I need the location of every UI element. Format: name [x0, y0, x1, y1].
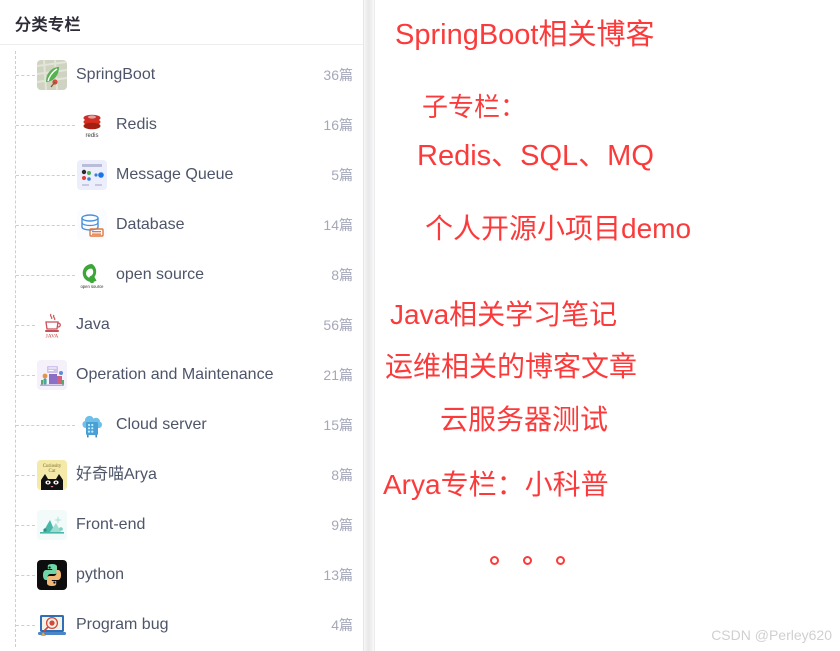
category-row-operation-and-maintenance[interactable]: Operation and Maintenance 21篇	[0, 350, 363, 400]
java-icon: JAVA	[37, 310, 67, 340]
annotation-ellipsis-dots	[490, 556, 610, 572]
category-count: 14篇	[323, 217, 353, 233]
svg-text:JAVA: JAVA	[46, 334, 59, 340]
category-count: 8篇	[331, 267, 353, 283]
category-label: Operation and Maintenance	[76, 366, 274, 383]
category-label: Program bug	[76, 616, 169, 633]
tree-connector-line	[16, 375, 35, 376]
category-label: Message Queue	[116, 166, 234, 183]
category-row-open-source[interactable]: open source open source 8篇	[0, 250, 363, 300]
screenshot-root: 分类专栏 SpringBoot 36篇 redis Redis 16篇 Mess…	[0, 0, 840, 651]
annotation-panel: SpringBoot相关博客 子专栏： Redis、SQL、MQ 个人开源小项目…	[375, 0, 840, 651]
category-row-cloud-server[interactable]: Cloud server 15篇	[0, 400, 363, 450]
svg-text:open source: open source	[80, 284, 104, 289]
ellipsis-dot-icon	[490, 556, 499, 565]
watermark-text: CSDN @Perley620	[711, 627, 832, 643]
svg-text:redis: redis	[85, 133, 98, 139]
redis-icon: redis	[77, 110, 107, 140]
annotation-text-cloud-server-test: 云服务器测试	[440, 404, 609, 435]
category-row-program-bug[interactable]: Program bug 4篇	[0, 600, 363, 650]
category-label: Front-end	[76, 516, 146, 533]
tree-connector-line	[16, 425, 75, 426]
category-count: 13篇	[323, 567, 353, 583]
tree-connector-line	[16, 125, 75, 126]
message-queue-icon	[77, 160, 107, 190]
category-count: 5篇	[331, 167, 353, 183]
category-count: 15篇	[323, 417, 353, 433]
python-icon	[37, 560, 67, 590]
category-label: open source	[116, 266, 205, 283]
open-source-icon: open source	[77, 260, 107, 290]
tree-connector-line	[16, 225, 75, 226]
svg-text:Cat: Cat	[49, 469, 57, 474]
program-bug-icon	[37, 610, 67, 640]
category-count: 56篇	[323, 317, 353, 333]
annotation-text-sub-column-label: 子专栏：	[422, 92, 527, 122]
category-label: python	[76, 566, 125, 583]
tree-connector-line	[16, 275, 75, 276]
ellipsis-dot-icon	[523, 556, 532, 565]
category-tree: SpringBoot 36篇 redis Redis 16篇 Message Q…	[0, 45, 363, 650]
category-count: 4篇	[331, 617, 353, 633]
tree-connector-line	[16, 175, 75, 176]
tree-connector-line	[16, 625, 35, 626]
category-row-python[interactable]: python 13篇	[0, 550, 363, 600]
category-row-message-queue[interactable]: Message Queue 5篇	[0, 150, 363, 200]
category-count: 21篇	[323, 367, 353, 383]
page-title: 分类专栏	[15, 17, 82, 34]
category-label: SpringBoot	[76, 66, 156, 83]
annotation-text-java-notes: Java相关学习笔记	[390, 299, 618, 330]
tree-connector-line	[16, 325, 35, 326]
category-count: 9篇	[331, 517, 353, 533]
category-panel-header: 分类专栏	[0, 0, 363, 45]
annotation-text-open-source-demo: 个人开源小项目demo	[425, 213, 692, 244]
category-label: Redis	[116, 116, 157, 133]
operation-maintenance-icon	[37, 360, 67, 390]
annotation-text-sub-column-list: Redis、SQL、MQ	[417, 140, 654, 172]
category-count: 36篇	[323, 67, 353, 83]
category-label: Database	[116, 216, 185, 233]
category-label: Java	[76, 316, 110, 333]
category-panel: 分类专栏 SpringBoot 36篇 redis Redis 16篇 Mess…	[0, 0, 363, 651]
annotation-text-arya-column: Arya专栏：小科普	[383, 469, 609, 500]
front-end-icon	[37, 510, 67, 540]
category-count: 16篇	[323, 117, 353, 133]
category-row-java[interactable]: JAVA Java 56篇	[0, 300, 363, 350]
tree-connector-line	[16, 525, 35, 526]
category-row-springboot[interactable]: SpringBoot 36篇	[0, 50, 363, 100]
category-row-front-end[interactable]: Front-end 9篇	[0, 500, 363, 550]
annotation-text-springboot-blogs: SpringBoot相关博客	[395, 19, 655, 51]
tree-connector-line	[16, 475, 35, 476]
category-label: Cloud server	[116, 416, 207, 433]
tree-connector-line	[16, 575, 35, 576]
curiosity-cat-icon: Curiosity Cat	[37, 460, 67, 490]
database-icon	[77, 210, 107, 240]
vertical-scrollbar[interactable]	[363, 0, 375, 651]
cloud-server-icon	[77, 410, 107, 440]
category-count: 8篇	[331, 467, 353, 483]
category-row-redis[interactable]: redis Redis 16篇	[0, 100, 363, 150]
category-row-curiosity-cat-arya[interactable]: Curiosity Cat 好奇喵Arya 8篇	[0, 450, 363, 500]
annotation-text-ops-blogs: 运维相关的博客文章	[385, 351, 638, 382]
springboot-icon	[37, 60, 67, 90]
tree-connector-line	[16, 75, 35, 76]
category-row-database[interactable]: Database 14篇	[0, 200, 363, 250]
ellipsis-dot-icon	[556, 556, 565, 565]
category-label: 好奇喵Arya	[76, 466, 157, 483]
